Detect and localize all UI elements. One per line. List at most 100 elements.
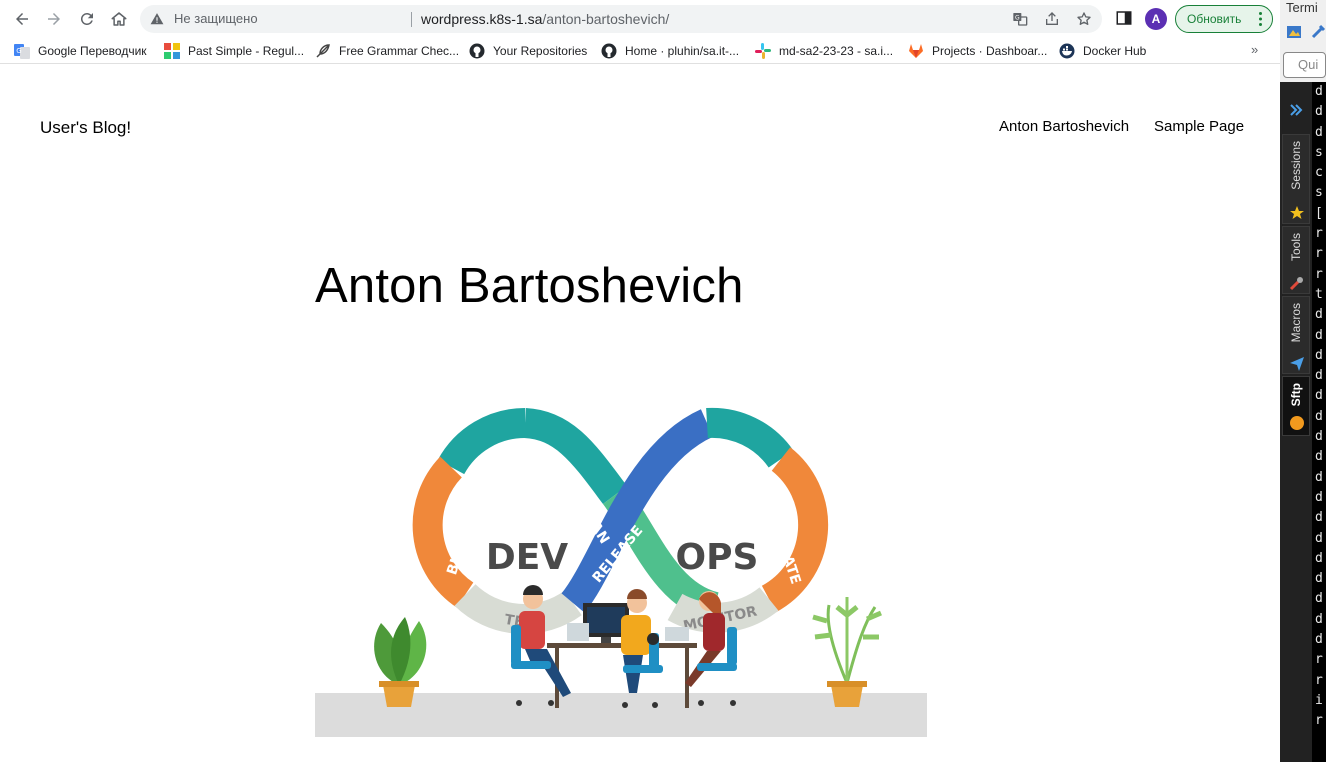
tools-toolbar-icon[interactable] (1310, 24, 1326, 40)
reload-icon (80, 12, 93, 25)
bookmark-item[interactable]: Docker Hub (1059, 42, 1146, 60)
update-label: Обновить (1187, 12, 1242, 26)
loop-ops-label: OPS (676, 537, 759, 578)
terminal-line: d (1315, 307, 1323, 323)
gitlab-icon (909, 44, 923, 58)
star-icon (1077, 12, 1091, 25)
side-tabs: Sessions Tools Macros Sftp (1280, 82, 1312, 762)
loop-dev-label: DEV (486, 537, 568, 578)
bookmark-item[interactable]: Your Repositories (469, 42, 587, 60)
svg-text:G: G (1015, 15, 1020, 22)
terminal-line: d (1315, 124, 1323, 140)
bookmark-item[interactable]: Free Grammar Chec... (315, 42, 459, 60)
warning-icon (150, 13, 164, 25)
translate-button[interactable]: G (1012, 11, 1028, 27)
terminal-line: i (1315, 692, 1323, 708)
terminal-line: d (1315, 469, 1323, 485)
share-button[interactable] (1044, 11, 1060, 27)
terminal-output[interactable]: d d d s c s [ r r r t d d d d d d d d d … (1312, 82, 1326, 762)
terminal-line: d (1315, 347, 1323, 363)
address-bar[interactable]: Не защищено wordpress.k8s-1.sa/anton-bar… (140, 5, 1102, 33)
bookmark-item[interactable]: G Google Переводчик (14, 42, 147, 60)
terminal-line: d (1315, 550, 1323, 566)
terminal-line: d (1315, 368, 1323, 384)
tools-icon (1289, 277, 1303, 291)
arrow-left-icon (16, 13, 28, 25)
nav-link-sample-page[interactable]: Sample Page (1154, 118, 1244, 135)
security-label[interactable]: Не защищено (174, 11, 258, 27)
bookmark-label: Free Grammar Chec... (339, 44, 460, 58)
more-bookmarks-button[interactable]: » (1251, 42, 1258, 57)
github-icon (601, 43, 617, 59)
tab-sftp[interactable]: Sftp (1282, 376, 1310, 436)
bookmark-label: Your Repositories (493, 44, 588, 58)
stage-label-deploy: DEPLOY (692, 475, 756, 504)
bookmark-star-button[interactable] (1076, 11, 1092, 27)
bookmarks-bar: G Google Переводчик Past Simple - Regul.… (0, 38, 1280, 64)
home-button[interactable] (107, 7, 131, 31)
quick-connect-input[interactable]: Qui (1283, 52, 1326, 78)
docker-icon (1059, 43, 1075, 59)
profile-avatar[interactable]: A (1145, 8, 1167, 30)
url-text[interactable]: wordpress.k8s-1.sa/anton-bartoshevich/ (421, 11, 669, 27)
terminal-line: d (1315, 510, 1323, 526)
bookmark-item[interactable]: Projects · Dashboar... (908, 42, 1047, 60)
loop-segment-plan (523, 408, 628, 504)
back-button[interactable] (10, 7, 34, 31)
app-toolbar-icon[interactable] (1286, 24, 1302, 40)
reload-button[interactable] (75, 7, 99, 31)
terminal-line: d (1315, 530, 1323, 546)
bookmark-label: Past Simple - Regul... (188, 44, 305, 58)
terminal-app-panel: Termi Qui Sessions Tools Macros Sftp d d… (1280, 0, 1326, 762)
site-title-link[interactable]: User's Blog! (40, 118, 131, 138)
terminal-line: d (1315, 449, 1323, 465)
terminal-line: d (1315, 591, 1323, 607)
terminal-line: d (1315, 408, 1323, 424)
web-page: User's Blog! Anton Bartoshevich Sample P… (0, 70, 1280, 762)
send-icon (1290, 357, 1304, 371)
stage-label-code: CODE (488, 479, 533, 502)
bookmark-label: Google Переводчик (38, 44, 147, 58)
terminal-line: r (1315, 652, 1323, 668)
tab-macros[interactable]: Macros (1282, 296, 1310, 374)
sftp-icon (1290, 416, 1304, 430)
tab-tools[interactable]: Tools (1282, 226, 1310, 294)
bookmark-item[interactable]: Home · pluhin/sa.it-... (601, 42, 739, 60)
terminal-line: d (1315, 611, 1323, 627)
terminal-line: t (1315, 286, 1323, 302)
more-vertical-icon (1259, 12, 1262, 26)
devops-infinity-loop (412, 407, 829, 634)
terminal-line: d (1315, 571, 1323, 587)
bookmark-label: Home · pluhin/sa.it-... (625, 44, 740, 58)
terminal-line: d (1315, 388, 1323, 404)
tab-sessions[interactable]: Sessions (1282, 134, 1310, 224)
bookmark-item[interactable]: Past Simple - Regul... (164, 42, 304, 60)
app-icon (164, 43, 180, 59)
tab-sftp-label: Sftp (1289, 383, 1303, 407)
url-host: wordpress.k8s-1.sa (421, 11, 543, 27)
terminal-line: c (1315, 165, 1323, 181)
side-panel-button[interactable] (1115, 9, 1133, 27)
arrow-right-icon (48, 13, 60, 25)
update-button[interactable]: Обновить (1175, 5, 1273, 33)
bookmark-item[interactable]: md-sa2-23-23 - sa.i... (755, 42, 893, 60)
forward-button[interactable] (42, 7, 66, 31)
terminal-line: d (1315, 84, 1323, 99)
terminal-line: d (1315, 489, 1323, 505)
terminal-app-title: Termi (1286, 0, 1318, 15)
terminal-line: r (1315, 713, 1323, 729)
loop-segment-deploy (706, 407, 794, 468)
slack-icon (755, 43, 771, 59)
collapse-chevron-icon[interactable] (1288, 102, 1304, 118)
terminal-line: r (1315, 246, 1323, 262)
browser-window: Не защищено wordpress.k8s-1.sa/anton-bar… (0, 0, 1280, 762)
nav-link-anton-bartoshevich[interactable]: Anton Bartoshevich (999, 118, 1129, 135)
right-plant (812, 597, 882, 707)
devops-hero-image: DEV OPS CODE BUILD TEST PLAN RELEASE DEP… (315, 407, 927, 737)
terminal-line: s (1315, 185, 1323, 201)
url-path: /anton-bartoshevich/ (542, 11, 670, 27)
bookmark-label: Projects · Dashboar... (932, 44, 1048, 58)
home-icon (111, 12, 127, 26)
share-icon (1046, 12, 1058, 25)
google-translate-icon: G (14, 44, 30, 59)
